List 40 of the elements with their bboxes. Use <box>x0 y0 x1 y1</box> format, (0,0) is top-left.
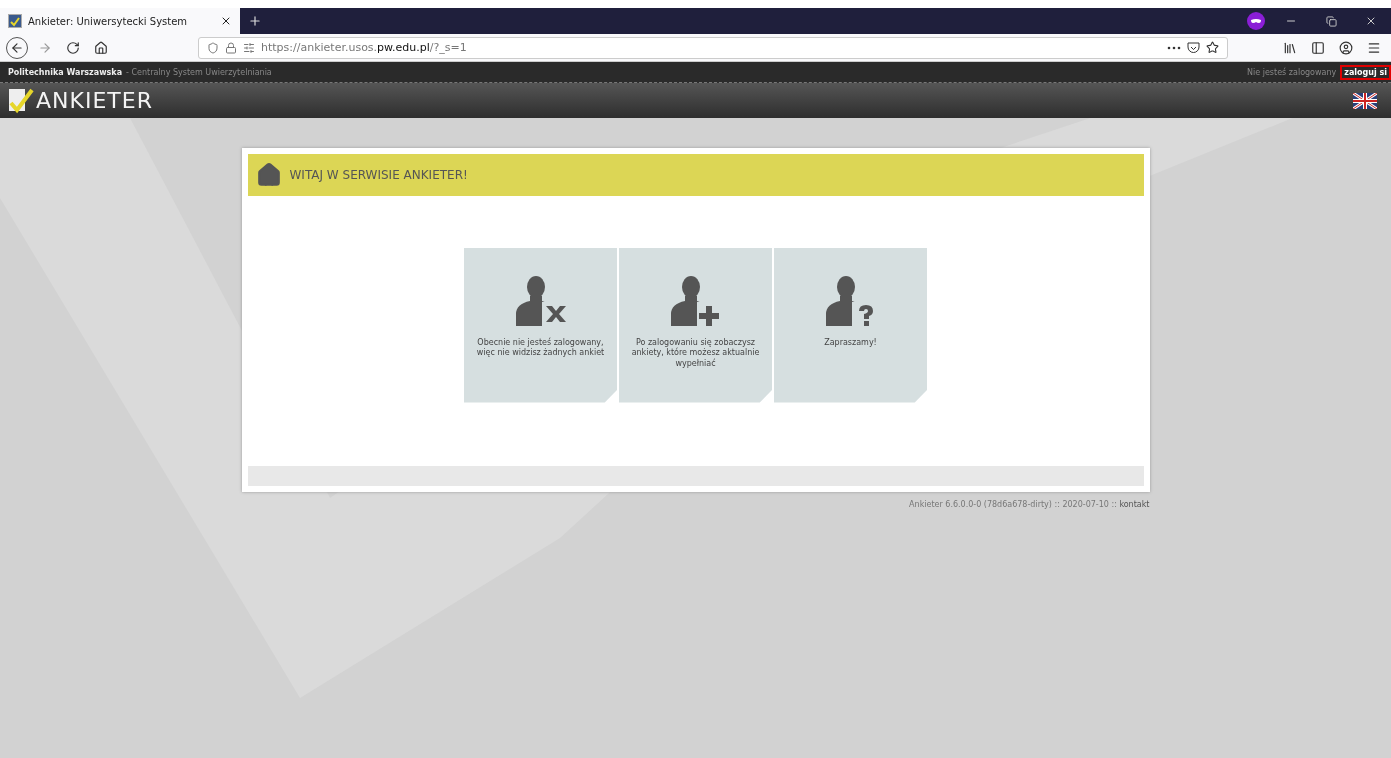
browser-tab[interactable]: Ankieter: Uniwersytecki System <box>0 8 240 34</box>
person-question-icon <box>825 273 876 326</box>
lock-icon <box>225 41 237 54</box>
user-circle-icon <box>1339 40 1353 55</box>
login-link[interactable]: zaloguj si <box>1340 64 1391 80</box>
shield-icon <box>207 41 219 54</box>
mask-icon <box>1247 12 1265 30</box>
system-subtitle: - Centralny System Uwierzytelniania <box>126 67 272 77</box>
house-icon <box>94 40 108 55</box>
login-status: Nie jesteś zalogowany <box>1247 67 1337 77</box>
sidebar-icon <box>1311 40 1325 55</box>
person-x-icon <box>515 273 566 326</box>
contact-link[interactable]: kontakt <box>1119 500 1150 509</box>
back-arrow-icon <box>10 40 24 55</box>
person-plus-icon <box>670 273 721 326</box>
tile-text: Zapraszamy! <box>823 337 878 349</box>
uk-flag-icon[interactable] <box>1353 92 1377 109</box>
card-title: WITAJ W SERWISIE ANKIETER! <box>289 168 468 182</box>
forward-arrow-icon <box>38 40 52 55</box>
restore-icon <box>1325 15 1337 27</box>
library-icon <box>1283 40 1297 55</box>
organization-name: Politechnika Warszawska <box>8 67 123 77</box>
more-icon[interactable] <box>1167 45 1181 50</box>
close-icon <box>1365 15 1377 27</box>
bookmark-star-icon[interactable] <box>1206 41 1219 54</box>
home-icon <box>255 162 282 188</box>
tile-text: Obecnie nie jesteś zalogowany, więc nie widzisz żadnych ankiet <box>475 337 606 360</box>
version-text: Ankieter 6.6.0.0-0 (78d6a678-dirty) :: 2020-07-10 :: <box>909 500 1117 509</box>
permissions-icon <box>243 41 255 54</box>
logo-check-icon <box>8 87 34 114</box>
pocket-icon[interactable] <box>1187 41 1200 54</box>
menu-icon <box>1367 40 1381 55</box>
close-icon[interactable] <box>220 15 232 27</box>
logo-text: ANKIETER <box>36 88 153 113</box>
url-text: https://ankieter.usos.pw.edu.pl/?_s=1 <box>261 41 468 54</box>
favicon-icon <box>8 14 22 28</box>
tile-text: Po zalogowaniu się zobaczysz ankiety, które możesz aktualnie wypełniać <box>630 337 761 370</box>
address-field[interactable]: https://ankieter.usos.pw.edu.pl/?_s=1 <box>198 36 1228 59</box>
reload-icon <box>66 40 80 55</box>
plus-icon <box>248 14 262 28</box>
